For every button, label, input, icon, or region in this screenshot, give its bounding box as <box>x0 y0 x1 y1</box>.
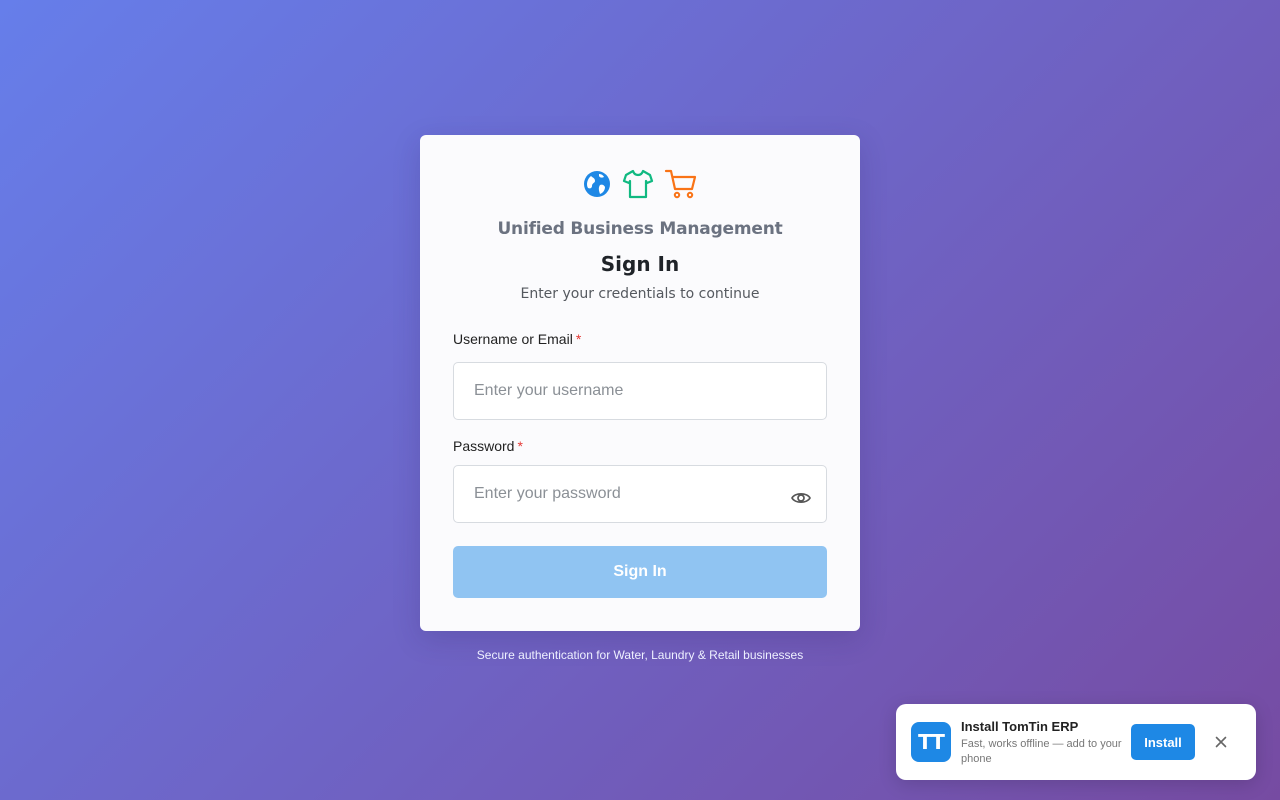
sign-in-button[interactable]: Sign In <box>453 546 827 598</box>
install-description: Fast, works offline — add to your phone <box>961 738 1122 765</box>
username-label-text: Username or Email <box>453 331 573 347</box>
cart-icon <box>664 168 698 200</box>
username-input[interactable] <box>453 362 827 420</box>
install-prompt: TT Install TomTin ERP Fast, works offlin… <box>896 704 1256 780</box>
brand-name: Unified Business Management <box>497 219 783 239</box>
close-icon[interactable] <box>1212 733 1230 751</box>
page-subtitle: Enter your credentials to continue <box>520 286 760 302</box>
footer-text: Secure authentication for Water, Laundry… <box>476 648 804 662</box>
page-title: Sign In <box>600 252 680 276</box>
required-marker: * <box>517 438 523 454</box>
required-marker: * <box>575 331 582 347</box>
install-button[interactable]: Install <box>1131 724 1195 760</box>
login-card: Unified Business Management Sign In Ente… <box>420 135 860 631</box>
install-title: Install TomTin ERP <box>961 719 1079 734</box>
shirt-icon <box>622 168 654 200</box>
username-label: Username or Email * <box>453 331 581 347</box>
password-label: Password * <box>453 438 523 454</box>
globe-icon <box>582 169 612 199</box>
app-icon: TT <box>911 722 951 762</box>
show-password-eye-icon[interactable] <box>790 487 812 509</box>
logo-row <box>420 165 860 203</box>
password-input[interactable] <box>453 465 827 523</box>
password-label-text: Password <box>453 438 515 454</box>
